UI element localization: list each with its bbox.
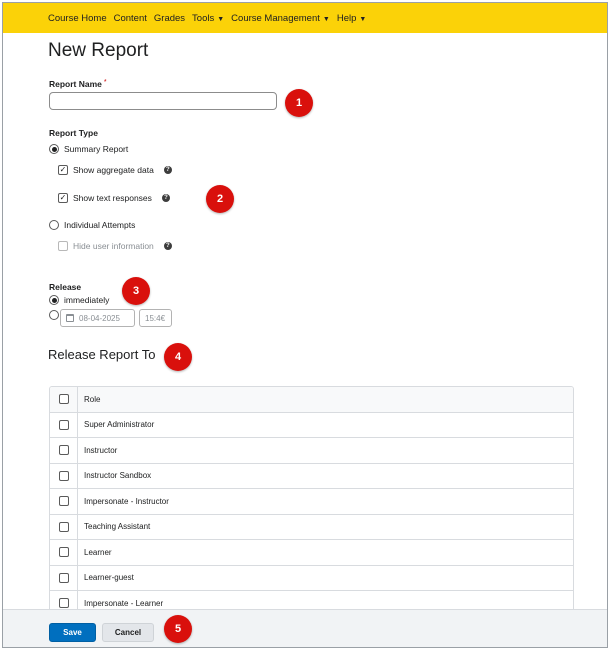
callout-1: 1 [285,89,313,117]
show-aggregate-label: Show aggregate data [73,165,154,175]
nav-label: Help [336,12,357,24]
table-row: Learner-guest [50,565,573,591]
chevron-down-icon: ▼ [359,15,367,23]
release-immediately-option[interactable]: immediately [49,295,109,305]
role-checkbox[interactable] [58,598,69,609]
role-label: Instructor [84,445,118,455]
summary-report-radio[interactable] [49,144,59,154]
page-title: New Report [48,40,149,61]
chevron-down-icon: ▼ [217,15,225,23]
course-navbar: Course Home Content Grades Tools ▼ Course… [3,3,607,33]
calendar-icon [66,314,74,322]
nav-label: Grades [153,12,186,24]
role-checkbox[interactable] [58,470,69,481]
role-label: Learner [84,547,112,557]
table-row: Instructor Sandbox [50,463,573,489]
role-label: Learner-guest [84,573,134,583]
report-name-label: Report Name * [49,79,107,89]
show-aggregate-option[interactable]: ✓ Show aggregate data ? [58,165,172,175]
show-aggregate-checkbox[interactable]: ✓ [58,165,68,175]
release-immediately-label: immediately [64,295,110,305]
nav-course-management[interactable]: Course Management ▼ [231,13,330,24]
app-frame: Course Home Content Grades Tools ▼ Course… [2,2,608,648]
chevron-down-icon: ▼ [322,15,330,23]
table-row: Learner [50,540,573,566]
table-row: Super Administrator [50,412,573,438]
release-date-radio[interactable] [49,310,59,320]
required-marker: * [103,79,107,86]
select-all-checkbox[interactable] [58,394,69,405]
report-type-label: Report Type [49,128,98,138]
report-name-label-text: Report Name [49,79,102,89]
help-icon[interactable]: ? [163,242,172,250]
table-row: Teaching Assistant [50,514,573,540]
nav-course-home[interactable]: Course Home [48,13,107,24]
table-row: Impersonate - Instructor [50,489,573,515]
callout-2: 2 [206,185,234,213]
nav-label: Content [113,12,147,24]
release-time-value: 15:4€ [145,313,166,323]
hide-user-info-checkbox [58,241,68,251]
release-date-value: 08-04-2025 [79,313,120,323]
nav-grades[interactable]: Grades [154,13,185,24]
role-checkbox[interactable] [58,521,69,532]
callout-5: 5 [164,615,192,643]
help-icon[interactable]: ? [161,194,170,202]
report-name-input[interactable] [49,92,277,110]
callout-3: 3 [122,277,150,305]
nav-label: Tools [192,12,215,24]
show-text-checkbox[interactable]: ✓ [58,193,68,203]
form-footer: Save Cancel [3,609,607,647]
individual-attempts-option[interactable]: Individual Attempts [49,220,135,230]
role-label: Super Administrator [84,420,155,430]
nav-label: Course Management [231,12,320,24]
release-label: Release [49,282,82,292]
release-immediately-radio[interactable] [49,295,59,305]
role-label: Teaching Assistant [84,522,151,532]
release-date-option[interactable] [49,310,59,320]
table-row: Instructor [50,438,573,464]
save-button[interactable]: Save [49,623,96,642]
role-checkbox[interactable] [58,419,69,430]
individual-attempts-radio[interactable] [49,220,59,230]
role-checkbox[interactable] [58,547,69,558]
hide-user-info-label: Hide user information [73,241,154,251]
hide-user-info-option: Hide user information ? [58,241,172,251]
help-icon[interactable]: ? [163,166,172,174]
summary-report-option[interactable]: Summary Report [49,144,128,154]
role-checkbox[interactable] [58,496,69,507]
show-text-label: Show text responses [73,193,152,203]
callout-4: 4 [164,343,192,371]
individual-attempts-label: Individual Attempts [64,220,136,230]
role-label: Impersonate - Instructor [84,496,169,506]
show-text-option[interactable]: ✓ Show text responses ? [58,193,170,203]
release-report-to-title: Release Report To [48,347,156,362]
nav-help[interactable]: Help ▼ [337,13,366,24]
role-checkbox[interactable] [58,445,69,456]
release-time-input[interactable]: 15:4€ [139,309,172,327]
roles-table: Role Super Administrator Instructor Inst… [49,386,574,618]
release-date-input[interactable]: 08-04-2025 [60,309,135,327]
nav-tools[interactable]: Tools ▼ [192,13,224,24]
summary-report-label: Summary Report [64,144,129,154]
role-checkbox[interactable] [58,572,69,583]
role-label: Impersonate - Learner [84,598,164,608]
role-label: Instructor Sandbox [84,471,152,481]
nav-content[interactable]: Content [114,13,147,24]
cancel-button[interactable]: Cancel [102,623,154,642]
roles-table-header: Role [50,387,573,413]
role-column-header: Role [84,394,101,404]
nav-label: Course Home [48,12,107,24]
